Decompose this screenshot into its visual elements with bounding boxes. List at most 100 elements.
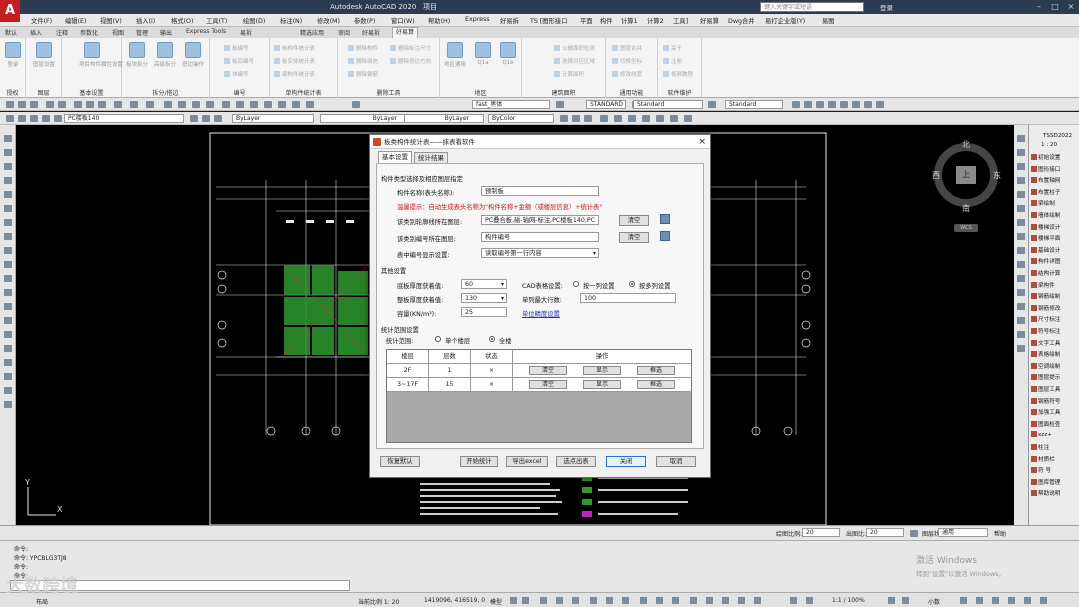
lineweight-icon[interactable] [606, 597, 613, 604]
new-icon[interactable] [6, 101, 14, 108]
lock-ui-icon[interactable] [976, 597, 983, 604]
pick-layer-icon[interactable] [660, 231, 670, 241]
login-ribbon-button[interactable]: 登录 [0, 42, 26, 68]
3dosnap-icon[interactable] [656, 597, 663, 604]
dim-style-select[interactable]: STANDARD [586, 100, 626, 109]
drawing-scale-select[interactable]: 20 [802, 528, 840, 537]
hatch-icon[interactable] [4, 331, 12, 338]
layer-merge-button[interactable]: 图层合并 [612, 44, 642, 52]
rotate-icon[interactable] [1017, 219, 1025, 226]
customize-icon[interactable] [1040, 597, 1047, 604]
tssd-menu-item[interactable]: 加强工具 [1031, 408, 1060, 416]
delete-dimension-button[interactable]: 删除标注尺寸 [390, 44, 431, 52]
menu-dwg-merge[interactable]: Dwg合并 [728, 16, 755, 25]
tssd-menu-item[interactable]: 图库管理 [1031, 478, 1060, 486]
otrack-icon[interactable] [590, 597, 597, 604]
snap-icon[interactable] [522, 597, 529, 604]
close-button[interactable]: 关闭 [606, 456, 646, 467]
quick-properties-icon[interactable] [960, 597, 967, 604]
save-icon[interactable] [30, 101, 38, 108]
tssd-menu-item[interactable]: 图层工具 [1031, 385, 1060, 393]
tab-manage[interactable]: 管理 [136, 28, 148, 37]
layout-tab[interactable]: 布局 [36, 597, 48, 606]
tssd-menu-item[interactable]: 图形接口 [1031, 165, 1060, 173]
layer-select[interactable]: PC楼板140 [64, 114, 184, 123]
extend-icon[interactable] [1017, 275, 1025, 282]
tssd-menu-item[interactable]: 文字工具 [1031, 339, 1060, 347]
clear-number-button[interactable]: 清空 [619, 232, 649, 243]
menu-window[interactable]: 窗口(W) [391, 16, 415, 25]
make-current-icon[interactable] [190, 115, 198, 122]
row-clear-button[interactable]: 清空 [529, 380, 567, 389]
zoom-icon[interactable] [178, 101, 186, 108]
color-select[interactable]: ByLayer [232, 114, 314, 123]
slab-stats-button[interactable]: 板构件统计表 [274, 44, 315, 52]
layer-manager-icon[interactable] [6, 115, 14, 122]
text-tool-icon[interactable] [840, 101, 848, 108]
compass-east[interactable]: 东 [993, 170, 1001, 181]
arc-icon[interactable] [4, 205, 12, 212]
ellipse-arc-icon[interactable] [4, 275, 12, 282]
transparency-icon[interactable] [622, 597, 629, 604]
menu-yitu[interactable]: 易图 [822, 16, 835, 25]
help-icon[interactable] [306, 101, 314, 108]
mirror-icon[interactable] [1017, 163, 1025, 170]
menu-params[interactable]: 参数(P) [354, 16, 375, 25]
tool-icon[interactable] [584, 115, 592, 122]
menu-draw[interactable]: 绘图(D) [243, 16, 265, 25]
tssd-menu-item[interactable]: xzz+ [1031, 431, 1052, 438]
isolate-icon[interactable] [992, 597, 999, 604]
calc-icon[interactable] [292, 101, 300, 108]
add-selected-icon[interactable] [4, 401, 12, 408]
area-check-button[interactable]: 公摊面积检测 [554, 44, 595, 52]
block-number-button[interactable]: 块编号 [224, 70, 249, 78]
tssd-menu-item[interactable]: 帮助说明 [1031, 489, 1060, 497]
text-tool-icon[interactable] [828, 101, 836, 108]
restore-default-button[interactable]: 恢复默认 [380, 456, 420, 467]
copy-icon[interactable] [86, 101, 94, 108]
delete-direction-button[interactable]: 删除搭边方向 [390, 57, 431, 65]
circle-icon[interactable] [4, 219, 12, 226]
menu-calc2[interactable]: 计算2 [647, 16, 664, 25]
tool-icon[interactable] [560, 115, 568, 122]
menu-file[interactable]: 文件(F) [31, 16, 52, 25]
menu-yida[interactable]: 易打企业版(Y) [765, 16, 805, 25]
login-button[interactable]: 登录 [880, 2, 893, 12]
switch-coords-button[interactable]: 切换坐标 [612, 57, 642, 65]
osnap-icon[interactable] [572, 597, 579, 604]
annotation-scale-icon[interactable] [790, 597, 797, 604]
cancel-button[interactable]: 取消 [656, 456, 696, 467]
tssd-menu-item[interactable]: 表格绘制 [1031, 350, 1060, 358]
rectangle-icon[interactable] [4, 191, 12, 198]
q1b-button[interactable]: Q1b [495, 42, 521, 66]
design-center-icon[interactable] [236, 101, 244, 108]
row-show-button[interactable]: 显示 [583, 380, 621, 389]
array-icon[interactable] [1017, 191, 1025, 198]
break-icon[interactable] [1017, 289, 1025, 296]
gizmo-icon[interactable] [706, 597, 713, 604]
menu-dimension[interactable]: 标注(N) [280, 16, 302, 25]
menu-tools2[interactable]: 工具] [673, 16, 688, 25]
max-rows-input[interactable]: 100 [580, 293, 676, 303]
layer-state-icon[interactable] [214, 115, 222, 122]
revcloud-icon[interactable] [4, 233, 12, 240]
tssd-menu-item[interactable]: 楼梯设计 [1031, 223, 1060, 231]
compass-west[interactable]: 西 [932, 170, 940, 181]
tssd-menu-item[interactable]: 空调绘制 [1031, 362, 1060, 370]
tab-annotate[interactable]: 注释 [56, 28, 68, 37]
pick-layer-icon[interactable] [660, 214, 670, 224]
menu-ts[interactable]: TS [图形接口 [530, 16, 568, 25]
model-space-button[interactable]: 模型 [490, 597, 502, 606]
advanced-split-button[interactable]: 高级拆分 [152, 42, 178, 68]
tool-palette-icon[interactable] [250, 101, 258, 108]
tool-icon[interactable] [642, 115, 650, 122]
radio-multi-column[interactable] [629, 281, 635, 287]
chamfer-icon[interactable] [1017, 317, 1025, 324]
tssd-menu-item[interactable]: 楼梯平面 [1031, 234, 1060, 242]
insert-block-icon[interactable] [4, 289, 12, 296]
preview-icon[interactable] [58, 101, 66, 108]
delete-component-button[interactable]: 删除构件 [348, 44, 378, 52]
layer-settings-button[interactable]: 图层设置 [31, 42, 57, 68]
tool-icon[interactable] [628, 115, 636, 122]
menu-calc1[interactable]: 计算1 [621, 16, 638, 25]
